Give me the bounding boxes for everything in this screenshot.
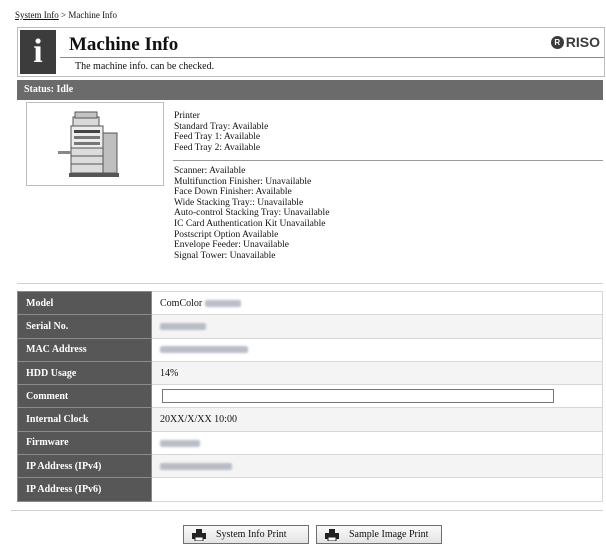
page-header: i Machine Info The machine info. can be …	[17, 27, 605, 77]
status-line: Feed Tray 2: Available	[174, 142, 261, 153]
status-line: Standard Tray: Available	[174, 121, 269, 132]
status-bar: Status: Idle	[17, 80, 603, 100]
comment-label: Comment	[17, 384, 152, 409]
serial-label: Serial No.	[17, 314, 152, 339]
riso-logo: R RISO	[550, 34, 600, 50]
table-row: IP Address (IPv4)	[17, 454, 603, 479]
status-line: IC Card Authentication Kit Unavailable	[174, 218, 326, 229]
printer-icon	[192, 528, 206, 541]
status-divider	[173, 160, 603, 161]
page-description: The machine info. can be checked.	[75, 61, 215, 72]
riso-mark-icon: R	[550, 35, 564, 49]
table-row: MAC Address	[17, 337, 603, 362]
status-line: Signal Tower: Unavailable	[174, 250, 276, 261]
printer-icon	[325, 528, 339, 541]
redacted-ipv4	[160, 462, 232, 470]
table-row: Serial No.	[17, 314, 603, 339]
breadcrumb-separator: >	[61, 10, 67, 20]
redacted-firmware	[160, 439, 200, 447]
ipv4-label: IP Address (IPv4)	[17, 454, 152, 479]
clock-value: 20XX/X/XX 10:00	[151, 407, 603, 432]
mac-label: MAC Address	[17, 337, 152, 362]
ipv4-value	[151, 454, 603, 479]
table-row: Comment	[17, 384, 603, 409]
table-row: Model ComColor	[17, 290, 603, 316]
model-label: Model	[17, 290, 152, 316]
ipv6-label: IP Address (IPv6)	[17, 477, 152, 502]
status-line: Auto-control Stacking Tray: Unavailable	[174, 208, 330, 219]
status-line: Feed Tray 1: Available	[174, 132, 261, 143]
clock-label: Internal Clock	[17, 407, 152, 432]
redacted-mac	[160, 346, 248, 354]
serial-value	[151, 314, 603, 339]
riso-logo-text: RISO	[565, 34, 600, 50]
comment-input[interactable]	[162, 389, 554, 404]
info-icon: i	[20, 30, 56, 74]
table-row: Internal Clock 20XX/X/XX 10:00	[17, 407, 603, 432]
status-line: Face Down Finisher: Available	[174, 187, 292, 198]
breadcrumb-current: Machine Info	[68, 10, 118, 20]
redacted-model	[204, 299, 241, 307]
sample-image-print-label: Sample Image Print	[349, 529, 429, 540]
page-title: Machine Info	[69, 34, 179, 55]
hdd-label: HDD Usage	[17, 360, 152, 386]
section-divider	[11, 510, 603, 511]
status-line: Multifunction Finisher: Unavailable	[174, 176, 312, 187]
status-line: Postscript Option Available	[174, 229, 279, 240]
system-info-print-label: System Info Print	[216, 529, 287, 540]
mac-value	[151, 337, 603, 362]
model-value: ComColor	[151, 290, 603, 316]
table-row: Firmware	[17, 430, 603, 456]
machine-status-panel: Printer Standard Tray: Available Feed Tr…	[17, 100, 603, 284]
status-line: Printer	[174, 111, 200, 121]
status-line: Wide Stacking Tray:: Unavailable	[174, 197, 304, 208]
print-button-row: System Info Print Sample Image Print	[0, 525, 606, 545]
sample-image-print-button[interactable]: Sample Image Print	[316, 525, 442, 544]
machine-info-table: Model ComColor Serial No. MAC Address HD…	[17, 290, 603, 502]
redacted-serial	[160, 323, 206, 331]
options-status-list: Scanner: Available Multifunction Finishe…	[174, 166, 329, 261]
table-row: HDD Usage 14%	[17, 360, 603, 386]
breadcrumb-link-system-info[interactable]: System Info	[15, 10, 59, 20]
status-line: Envelope Feeder: Unavailable	[174, 240, 290, 251]
status-line: Scanner: Available	[174, 166, 246, 176]
title-divider	[60, 57, 604, 58]
comment-cell	[151, 384, 603, 409]
firmware-value	[151, 430, 603, 456]
hdd-value: 14%	[151, 360, 603, 386]
printer-status-list: Printer Standard Tray: Available Feed Tr…	[174, 111, 268, 153]
printer-image	[26, 102, 164, 186]
ipv6-value	[151, 477, 603, 502]
firmware-label: Firmware	[17, 430, 152, 456]
table-row: IP Address (IPv6)	[17, 477, 603, 502]
printer-illustration-icon	[58, 111, 119, 177]
system-info-print-button[interactable]: System Info Print	[183, 525, 309, 544]
breadcrumb: System Info > Machine Info	[15, 10, 117, 20]
